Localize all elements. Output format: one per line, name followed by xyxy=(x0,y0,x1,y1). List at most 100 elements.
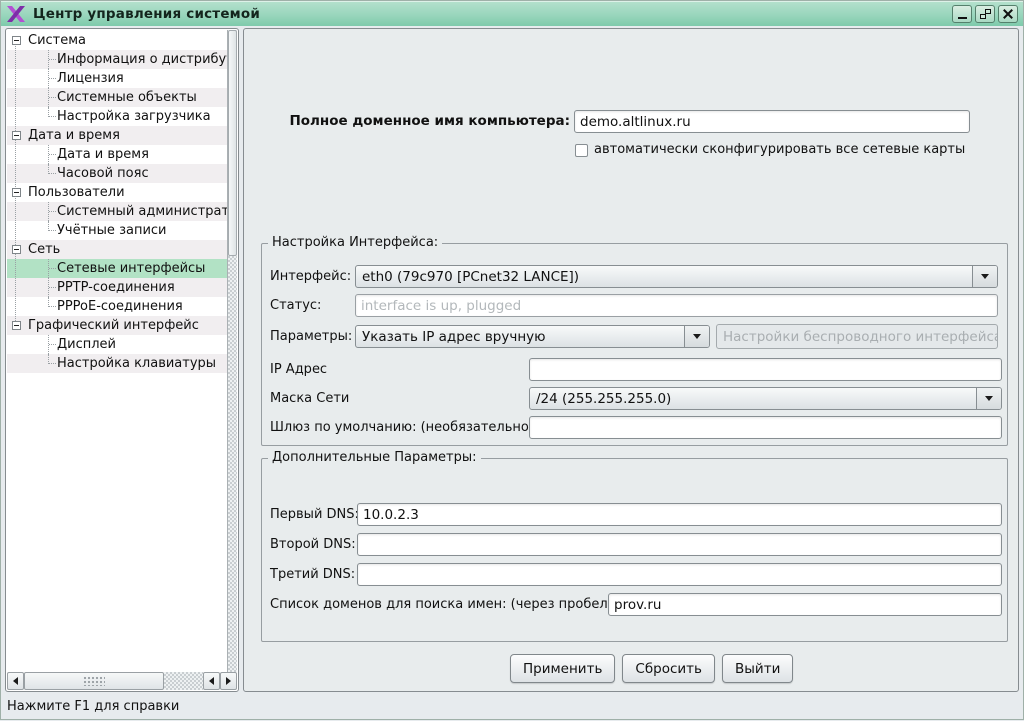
expander-minus-icon[interactable] xyxy=(12,131,21,140)
tree-item-accounts[interactable]: Учётные записи xyxy=(7,221,228,240)
expander-minus-icon[interactable] xyxy=(12,188,21,197)
tree-connector-line xyxy=(49,173,56,174)
tree-connector-line xyxy=(49,154,56,155)
interface-settings-group: Настройка Интерфейса: Интерфейс: eth0 (7… xyxy=(261,243,1008,446)
titlebar[interactable]: Центр управления системой xyxy=(1,1,1023,26)
tree-connector-line xyxy=(49,268,56,269)
tree-item-date-time-page[interactable]: Дата и время xyxy=(7,145,228,164)
tree-item-label: Пользователи xyxy=(28,183,125,202)
additional-group-title: Дополнительные Параметры: xyxy=(268,450,481,465)
triangle-left-icon xyxy=(13,677,18,685)
interface-label: Интерфейс: xyxy=(270,265,351,288)
triangle-down-icon xyxy=(981,274,989,279)
tree-item-label: Дата и время xyxy=(57,145,149,164)
tree-vertical-scrollbar[interactable] xyxy=(227,30,237,672)
expander-minus-icon[interactable] xyxy=(12,321,21,330)
expander-minus-icon[interactable] xyxy=(12,245,21,254)
interface-group-title: Настройка Интерфейса: xyxy=(268,235,442,250)
gateway-input[interactable] xyxy=(529,416,1002,439)
tree-item-label: Дата и время xyxy=(28,126,120,145)
interface-combobox-value: eth0 (79c970 [PCnet32 LANCE]) xyxy=(356,269,972,285)
params-combobox[interactable]: Указать IP адрес вручную xyxy=(355,325,710,348)
control-center-window: Центр управления системой СистемаИнформа… xyxy=(0,0,1024,720)
tree-item-label: Дисплей xyxy=(57,335,116,354)
tree-connector-line xyxy=(49,116,56,117)
tree-item-label: Системные объекты xyxy=(57,88,197,107)
tree-item-license[interactable]: Лицензия xyxy=(7,69,228,88)
minimize-icon xyxy=(958,9,967,19)
tree-connector-line xyxy=(49,211,56,212)
tree-item-system-objects[interactable]: Системные объекты xyxy=(7,88,228,107)
scroll-right-button[interactable] xyxy=(220,672,237,690)
params-combobox-value: Указать IP адрес вручную xyxy=(356,329,684,345)
tree-item-label: Системный администратор xyxy=(57,202,228,221)
minimize-button[interactable] xyxy=(952,5,972,23)
auto-configure-label: автоматически сконфигурировать все сетев… xyxy=(594,139,965,161)
tree-item-bootloader[interactable]: Настройка загрузчика xyxy=(7,107,228,126)
tree-item-system[interactable]: Система xyxy=(7,31,228,50)
category-tree-panel: СистемаИнформация о дистрибутивеЛицензия… xyxy=(5,28,239,692)
tree-item-label: Настройка загрузчика xyxy=(57,107,211,126)
horizontal-scrollbar-thumb[interactable] xyxy=(24,672,164,690)
wireless-settings-button: Настройки беспроводного интерфейса xyxy=(716,324,998,349)
tree-item-label: Система xyxy=(28,31,86,50)
triangle-left-icon xyxy=(209,677,214,685)
tree-item-display[interactable]: Дисплей xyxy=(7,335,228,354)
close-button[interactable] xyxy=(998,5,1018,23)
expander-minus-icon[interactable] xyxy=(12,36,21,45)
ip-input[interactable] xyxy=(529,358,1002,381)
params-combobox-arrow[interactable] xyxy=(684,326,709,347)
dns3-label: Третий DNS: xyxy=(270,563,355,586)
tree-item-network-interfaces[interactable]: Сетевые интерфейсы xyxy=(7,259,228,278)
apply-button[interactable]: Применить xyxy=(510,654,615,683)
dns1-input[interactable] xyxy=(357,503,1002,526)
dns3-input[interactable] xyxy=(357,563,1002,586)
triangle-down-icon xyxy=(985,396,993,401)
tree-horizontal-scrollbar[interactable] xyxy=(7,672,237,690)
triangle-right-icon xyxy=(226,677,231,685)
tree-item-gui[interactable]: Графический интерфейс xyxy=(7,316,228,335)
tree-item-sysadmin[interactable]: Системный администратор xyxy=(7,202,228,221)
tree-connector-line xyxy=(49,363,56,364)
tree-item-label: Графический интерфейс xyxy=(28,316,199,335)
netmask-combobox-arrow[interactable] xyxy=(976,388,1001,409)
tree-item-timezone[interactable]: Часовой пояс xyxy=(7,164,228,183)
reset-button[interactable]: Сбросить xyxy=(622,654,715,683)
dns2-input[interactable] xyxy=(357,533,1002,556)
scroll-left-button-alt[interactable] xyxy=(203,672,220,690)
status-label: Статус: xyxy=(270,294,321,317)
tree-item-label: Часовой пояс xyxy=(57,164,149,183)
tree-item-label: Сетевые интерфейсы xyxy=(57,259,205,278)
tree-item-pppoe[interactable]: PPPoE-соединения xyxy=(7,297,228,316)
params-label: Параметры: xyxy=(270,325,352,348)
status-bar: Нажмите F1 для справки xyxy=(1,696,1023,721)
exit-button[interactable]: Выйти xyxy=(722,654,793,683)
netmask-combobox[interactable]: /24 (255.255.255.0) xyxy=(529,387,1002,410)
netmask-combobox-value: /24 (255.255.255.0) xyxy=(530,391,976,407)
auto-configure-checkbox[interactable] xyxy=(575,144,588,157)
hostname-label: Полное доменное имя компьютера: xyxy=(244,110,570,133)
tree-connector-line xyxy=(49,287,56,288)
scroll-left-button[interactable] xyxy=(7,672,24,690)
restore-button[interactable] xyxy=(975,5,995,23)
tree-item-date-time[interactable]: Дата и время xyxy=(7,126,228,145)
ip-label: IP Адрес xyxy=(270,358,327,381)
tree-item-label: PPTP-соединения xyxy=(57,278,175,297)
tree-connector-line xyxy=(49,59,56,60)
tree-item-keyboard[interactable]: Настройка клавиатуры xyxy=(7,354,228,373)
tree-item-pptp[interactable]: PPTP-соединения xyxy=(7,278,228,297)
tree-item-users[interactable]: Пользователи xyxy=(7,183,228,202)
tree-item-network[interactable]: Сеть xyxy=(7,240,228,259)
status-text: Нажмите F1 для справки xyxy=(7,699,179,714)
scrollbar-grip-icon xyxy=(83,676,105,686)
vertical-scrollbar-thumb[interactable] xyxy=(228,30,237,256)
hostname-input[interactable] xyxy=(574,110,970,133)
interface-combobox-arrow[interactable] xyxy=(972,266,997,287)
tree-item-distro-info[interactable]: Информация о дистрибутиве xyxy=(7,50,228,69)
scrollbar-groove[interactable] xyxy=(164,672,203,690)
interface-combobox[interactable]: eth0 (79c970 [PCnet32 LANCE]) xyxy=(355,265,998,288)
tree-item-label: Учётные записи xyxy=(57,221,167,240)
tree-item-label: PPPoE-соединения xyxy=(57,297,183,316)
restore-icon xyxy=(980,9,991,19)
search-domains-input[interactable] xyxy=(608,593,1002,616)
